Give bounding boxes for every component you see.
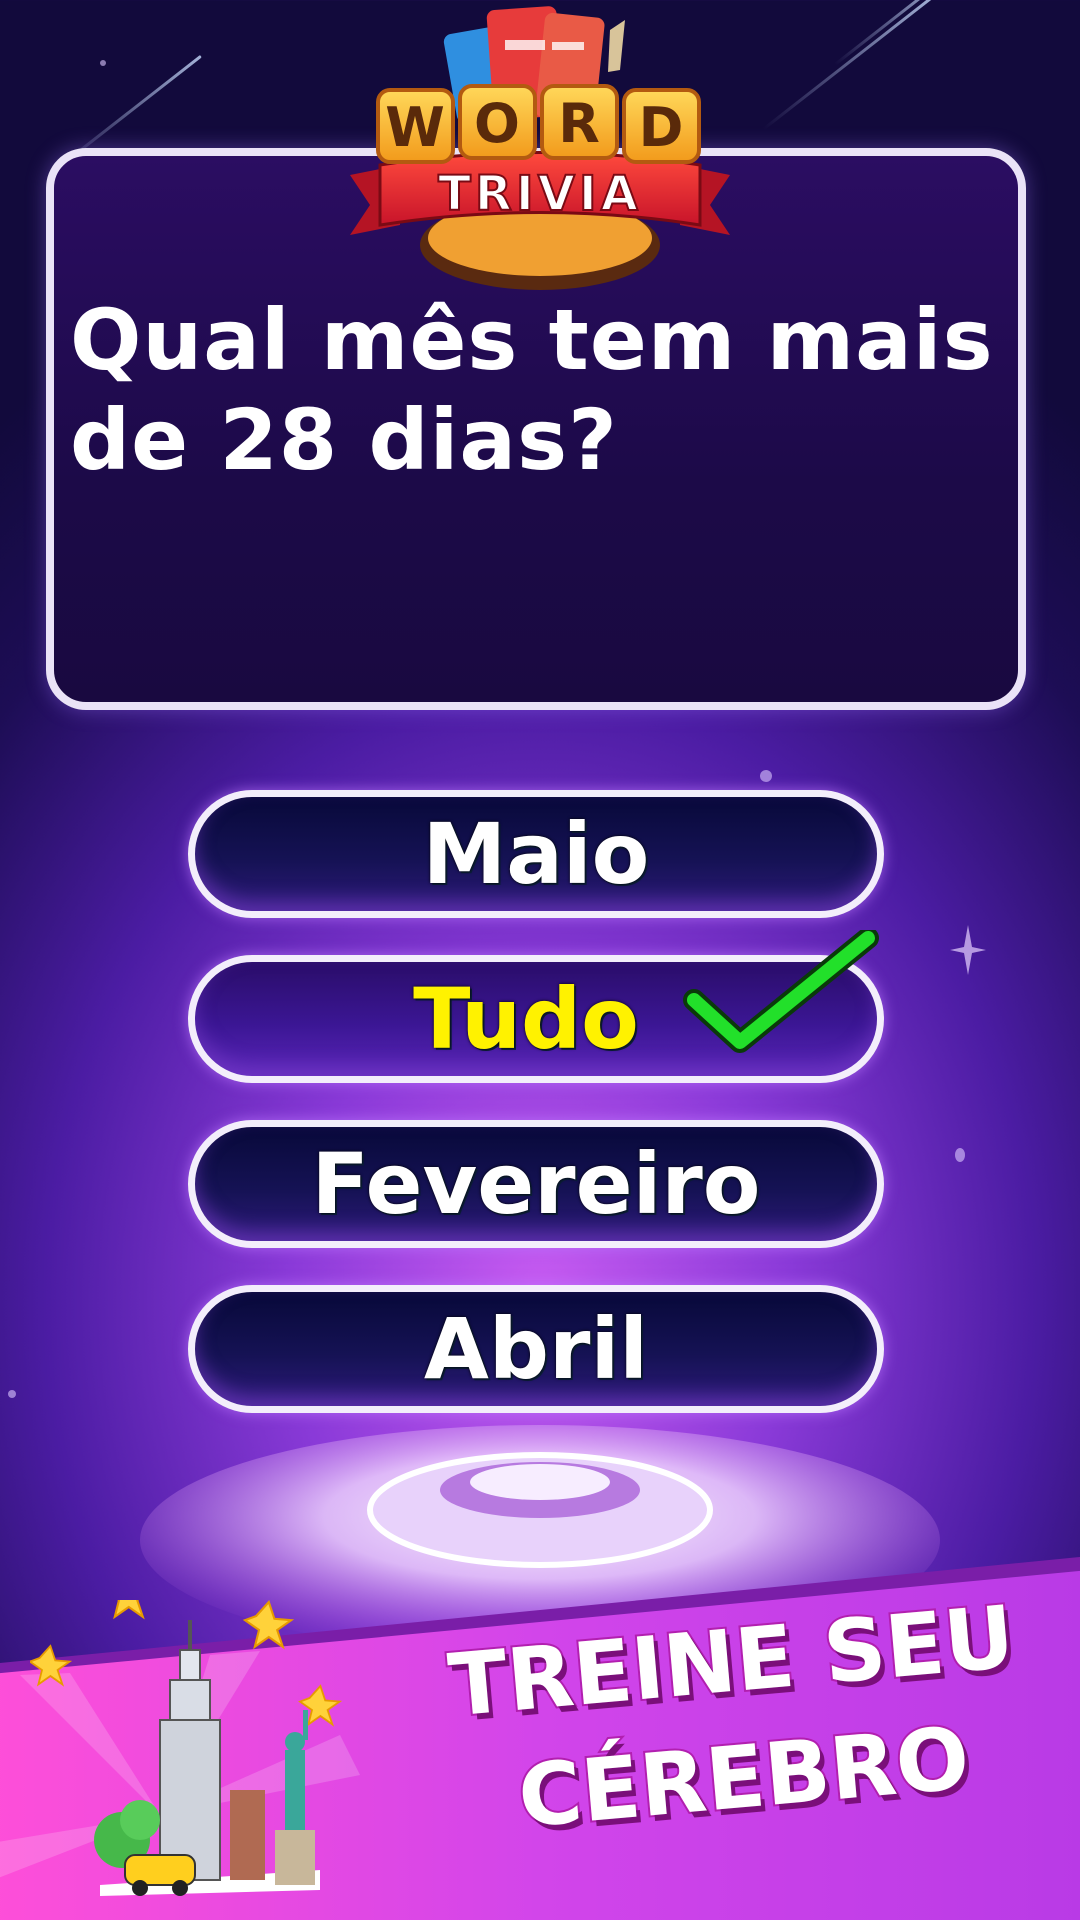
answer-button-maio[interactable]: Maio xyxy=(188,790,884,918)
answer-button-fevereiro[interactable]: Fevereiro xyxy=(188,1120,884,1248)
question-line-2: de 28 dias? xyxy=(70,391,618,489)
sparkle-icon xyxy=(950,925,986,975)
word-trivia-logo: W O R D TRIVIA xyxy=(350,6,730,290)
shooting-star xyxy=(762,0,938,131)
star-dot xyxy=(955,1148,965,1162)
logo-letter: D xyxy=(639,96,684,159)
answer-button-abril[interactable]: Abril xyxy=(188,1285,884,1413)
check-icon xyxy=(683,930,879,1053)
star-dot xyxy=(8,1390,16,1398)
star-dot xyxy=(760,770,772,782)
answer-label: Abril xyxy=(423,1300,649,1398)
answer-label: Maio xyxy=(422,805,650,903)
star-dot xyxy=(100,60,106,66)
logo-subtitle: TRIVIA xyxy=(438,166,642,222)
logo-letter: W xyxy=(385,96,445,159)
logo-letter: O xyxy=(474,92,520,155)
answer-label: Tudo xyxy=(413,970,639,1068)
question-text: Qual mês tem mais de 28 dias? xyxy=(70,290,1030,490)
question-line-1: Qual mês tem mais xyxy=(70,291,994,389)
shooting-star xyxy=(833,0,947,66)
answer-label: Fevereiro xyxy=(311,1135,761,1233)
city-landmarks-illustration xyxy=(30,1600,343,1896)
logo-letter: R xyxy=(558,92,600,155)
